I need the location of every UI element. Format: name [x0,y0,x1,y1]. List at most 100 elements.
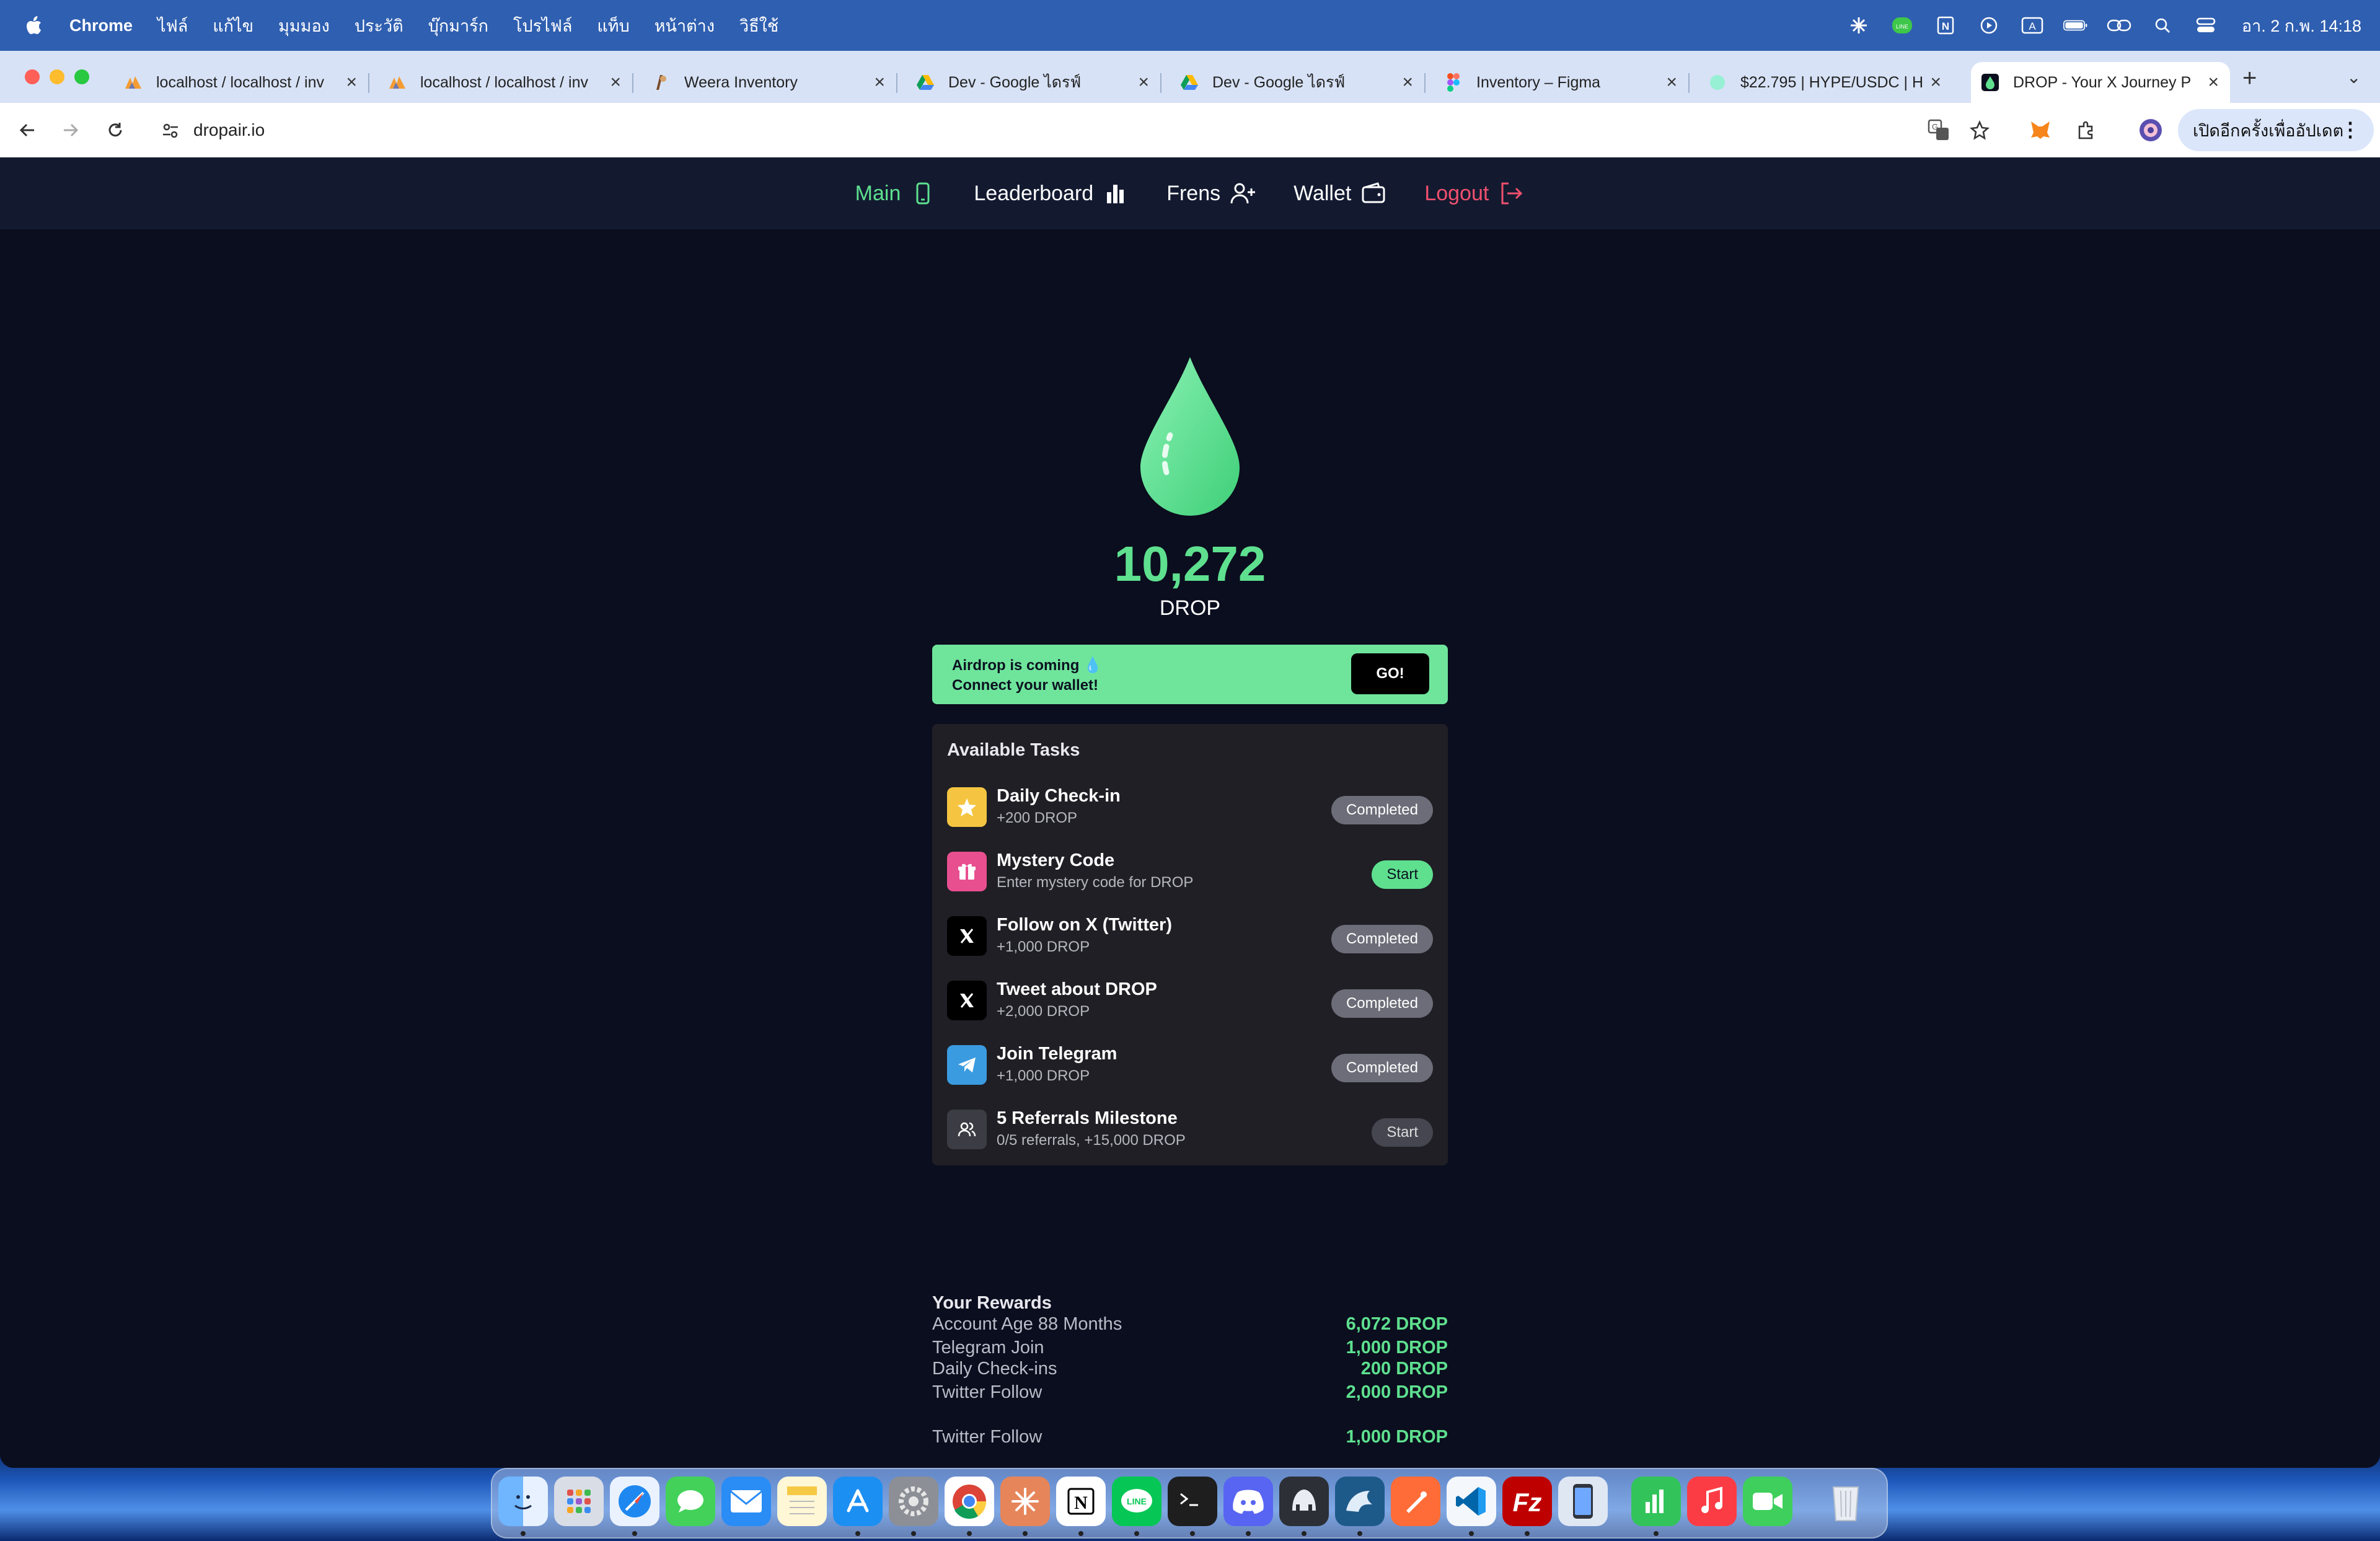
claude-icon[interactable] [1846,15,1871,36]
notion-dock-icon[interactable]: N [1056,1477,1106,1526]
filezilla-icon[interactable]: Fz [1502,1477,1552,1526]
play-icon[interactable] [1977,15,2001,36]
tab-localhost-1[interactable]: localhost / localhost / inv × [114,62,369,103]
address-bar[interactable]: dropair.io [152,110,2167,150]
back-button[interactable] [12,115,42,145]
new-tab-button[interactable]: + [2242,64,2257,92]
chrome-icon[interactable] [945,1477,994,1526]
tab-close-icon[interactable]: × [1138,72,1149,93]
tab-localhost-2[interactable]: localhost / localhost / inv × [378,62,633,103]
tab-divider [896,73,897,93]
close-window-button[interactable] [25,69,40,84]
metamask-icon[interactable] [2027,117,2054,144]
minimize-window-button[interactable] [50,69,64,84]
svg-text:LINE: LINE [1127,1496,1147,1506]
link-icon[interactable] [2107,15,2131,36]
claude-dock-icon[interactable] [1000,1477,1050,1526]
line-dock-icon[interactable]: LINE [1112,1477,1161,1526]
tab-google-drive-2[interactable]: Dev - Google ไดรฟ์ × [1170,62,1426,103]
top-nav: Main Leaderboard Frens Wallet Logout [0,157,2380,229]
tab-close-icon[interactable]: × [1930,72,1941,93]
site-info-icon[interactable] [161,121,180,140]
control-center-icon[interactable] [2193,15,2218,36]
translate-icon[interactable]: G [1925,117,1952,144]
tab-google-drive-1[interactable]: Dev - Google ไดรฟ์ × [906,62,1161,103]
phone-icon [916,182,930,205]
menu-profile[interactable]: โปรไฟล์ [513,12,572,39]
notes-icon[interactable] [777,1477,827,1526]
profile-avatar-icon[interactable] [2137,117,2164,144]
mysql-workbench-icon[interactable] [1335,1477,1385,1526]
vscode-icon[interactable] [1447,1477,1496,1526]
task-status-button[interactable]: Completed [1331,796,1433,824]
terminal-icon[interactable] [1168,1477,1217,1526]
task-daily-checkin: Daily Check-in +200 DROP Completed [947,781,1433,831]
music-icon[interactable] [1687,1477,1737,1526]
battery-icon[interactable] [2063,15,2088,36]
drop-icon [1981,73,1999,92]
nav-wallet[interactable]: Wallet [1294,180,1387,207]
tab-weera-inventory[interactable]: Weera Inventory × [642,62,897,103]
spotlight-icon[interactable] [2150,15,2175,36]
line-icon[interactable]: LINE [1890,15,1915,36]
forward-button[interactable] [56,115,86,145]
finder-icon[interactable] [498,1477,548,1526]
task-start-button[interactable]: Start [1372,860,1433,889]
messages-icon[interactable] [666,1477,715,1526]
launchpad-icon[interactable] [554,1477,604,1526]
tab-close-icon[interactable]: × [874,72,885,93]
tab-close-icon[interactable]: × [346,72,357,93]
tab-drop-active[interactable]: DROP - Your X Journey P × [1971,62,2230,103]
menu-help[interactable]: วิธีใช้ [739,12,778,39]
tab-search-chevron-icon[interactable]: ⌄ [2347,67,2361,87]
menu-file[interactable]: ไฟล์ [157,12,188,39]
running-indicator [1357,1531,1362,1536]
extensions-icon[interactable] [2073,117,2100,144]
menubar-clock[interactable]: อา. 2 ก.พ. 14:18 [2242,12,2361,39]
task-status-button[interactable]: Completed [1331,1054,1433,1082]
menu-view[interactable]: มุมมอง [278,12,330,39]
mail-icon[interactable] [721,1477,771,1526]
nav-logout[interactable]: Logout [1424,180,1525,207]
reload-button[interactable] [100,115,130,145]
numbers-icon[interactable] [1631,1477,1681,1526]
go-connect-wallet-button[interactable]: GO! [1351,653,1429,694]
nav-leaderboard[interactable]: Leaderboard [974,180,1129,207]
nav-main[interactable]: Main [855,180,937,207]
postman-icon[interactable] [1391,1477,1440,1526]
task-status-button[interactable]: Completed [1331,989,1433,1018]
arrow-right-icon [64,123,79,137]
tab-hype-usdc[interactable]: $22.795 | HYPE/USDC | H × [1698,62,1952,103]
notion-icon[interactable]: N [1933,15,1958,36]
app-store-icon[interactable] [833,1477,883,1526]
apple-logo-icon[interactable] [26,16,42,35]
reward-row: Twitter Follow 1,000 DROP [932,1427,1448,1452]
nav-frens[interactable]: Frens [1166,180,1256,207]
tab-figma[interactable]: Inventory – Figma × [1434,62,1690,103]
url-text[interactable]: dropair.io [193,120,265,140]
maximize-window-button[interactable] [74,69,89,84]
safari-icon[interactable] [610,1477,659,1526]
bookmark-star-icon[interactable] [1966,117,1993,144]
task-status-button[interactable]: Completed [1331,925,1433,953]
tab-close-icon[interactable]: × [610,72,621,93]
menu-bookmarks[interactable]: บุ๊กมาร์ก [428,12,488,39]
input-a-icon[interactable]: A [2020,15,2045,36]
tab-close-icon[interactable]: × [2208,72,2219,93]
trash-icon[interactable] [1821,1477,1871,1526]
tab-close-icon[interactable]: × [1666,72,1677,93]
relaunch-update-button[interactable]: เปิดอีกครั้งเพื่ออัปเดต ⋮ [2178,109,2374,151]
system-settings-icon[interactable] [889,1477,938,1526]
tab-close-icon[interactable]: × [1402,72,1413,93]
menu-edit[interactable]: แก้ไข [213,12,253,39]
discord-icon[interactable] [1223,1477,1273,1526]
tableplus-icon[interactable] [1279,1477,1329,1526]
menu-app-chrome[interactable]: Chrome [69,16,133,35]
facetime-icon[interactable] [1743,1477,1792,1526]
simulator-icon[interactable] [1558,1477,1608,1526]
menu-window[interactable]: หน้าต่าง [654,12,715,39]
task-start-button[interactable]: Start [1372,1118,1433,1147]
menu-history[interactable]: ประวัติ [355,12,403,39]
star-icon [947,787,987,827]
menu-tab[interactable]: แท็บ [597,12,629,39]
